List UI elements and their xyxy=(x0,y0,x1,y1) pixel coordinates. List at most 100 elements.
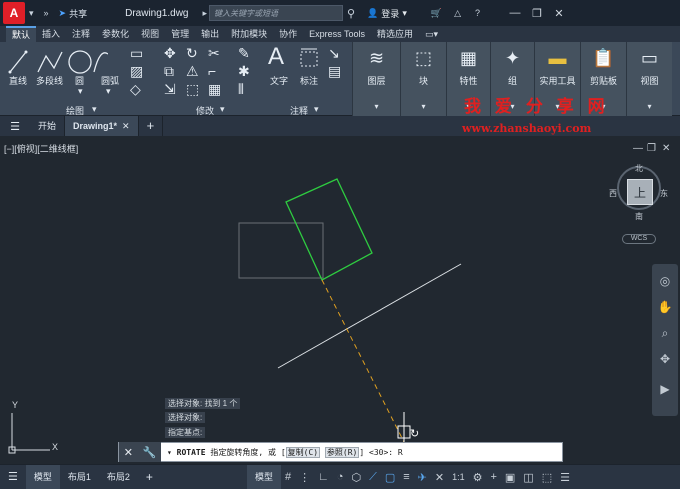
ortho-icon[interactable]: ∟ xyxy=(314,471,333,483)
trim-icon[interactable]: ✂ xyxy=(208,46,220,60)
minimize-button[interactable]: — xyxy=(504,7,526,19)
steering-wheel-icon[interactable]: ◎ xyxy=(652,274,678,288)
tab-model[interactable]: 模型 xyxy=(25,464,60,489)
help-icon[interactable]: ? xyxy=(475,8,480,18)
stretch-icon[interactable]: ⇲ xyxy=(164,82,176,96)
network-icon[interactable]: △ xyxy=(454,8,461,19)
annotation-scale[interactable]: 1:1 xyxy=(448,472,469,482)
tab-layout2[interactable]: 布局2 xyxy=(99,465,138,489)
isolate-objects-icon[interactable]: ◫ xyxy=(519,471,537,484)
table-icon[interactable]: ▤ xyxy=(328,64,341,78)
region-icon[interactable]: ◇ xyxy=(130,82,141,96)
close-icon[interactable]: ✕ xyxy=(122,116,130,136)
wcs-menu[interactable]: WCS xyxy=(622,234,656,244)
command-recent-icon[interactable]: ▾ xyxy=(167,448,177,457)
polyline-tool-label[interactable]: 多段线 xyxy=(36,74,63,87)
tab-featured-apps[interactable]: 精选应用 xyxy=(371,26,419,42)
showmotion-icon[interactable]: ▶ xyxy=(652,382,678,396)
lineweight-icon[interactable]: ≡ xyxy=(399,471,413,483)
layers-button[interactable]: ≋ 图层 ▾ xyxy=(352,42,400,116)
array-icon[interactable]: ▦ xyxy=(208,82,221,96)
login-button[interactable]: 👤 登录 ▾ xyxy=(367,7,407,20)
layout-menu-icon[interactable]: ☰ xyxy=(0,465,26,489)
settings-icon[interactable]: ⚙ xyxy=(469,471,487,484)
line-tool-label[interactable]: 直线 xyxy=(9,74,27,87)
share-button[interactable]: ➤ 共享 xyxy=(59,7,88,20)
polar-icon[interactable]: ◔ xyxy=(333,471,348,483)
chevron-down-icon[interactable]: ▾ xyxy=(220,104,225,115)
mirror-icon[interactable]: ⚠ xyxy=(186,64,199,78)
text-icon[interactable]: A xyxy=(268,45,284,69)
chevron-down-icon[interactable]: ▾ xyxy=(92,104,97,115)
tab-annotate[interactable]: 注释 xyxy=(66,26,96,42)
offset-icon[interactable]: ⫴ xyxy=(238,82,244,96)
tab-insert[interactable]: 插入 xyxy=(36,26,66,42)
tab-manage[interactable]: 管理 xyxy=(165,26,195,42)
grid-icon[interactable]: # xyxy=(281,471,295,483)
orbit-icon[interactable]: ✥ xyxy=(652,352,678,366)
chevron-down-icon[interactable]: ▾ xyxy=(314,104,319,115)
viewport-controls[interactable]: [−][俯视][二维线框] xyxy=(4,142,78,155)
app-logo[interactable]: A xyxy=(3,2,25,24)
search-input[interactable]: 键入关键字或短语 xyxy=(209,5,344,21)
option-copy[interactable]: 复制(C) xyxy=(285,446,321,458)
panel-toggle-icon[interactable]: ▭▾ xyxy=(419,26,444,42)
move-icon[interactable]: ✥ xyxy=(164,46,176,60)
restore-button[interactable]: ❐ xyxy=(526,7,548,20)
compass-east[interactable]: 东 xyxy=(660,188,668,199)
customize-icon[interactable]: 🔧 xyxy=(143,446,157,459)
object-snap-icon[interactable]: ▢ xyxy=(381,471,399,484)
customize-icon[interactable]: ☰ xyxy=(556,471,574,484)
dimension-icon[interactable] xyxy=(298,46,322,70)
leader-icon[interactable]: ↘ xyxy=(328,46,340,60)
block-button[interactable]: ⬚ 块 ▾ xyxy=(400,42,446,116)
minimize-viewport-icon[interactable]: — xyxy=(633,143,643,154)
copy-icon[interactable]: ⧉ xyxy=(164,64,174,78)
dimension-tool-label[interactable]: 标注 xyxy=(300,74,318,87)
hardware-acceleration-icon[interactable]: ▣ xyxy=(501,471,519,484)
pan-icon[interactable]: ✋ xyxy=(652,300,678,314)
annotation-visibility-icon[interactable]: ✈ xyxy=(414,471,431,484)
tab-parametric[interactable]: 参数化 xyxy=(96,26,135,42)
tab-start[interactable]: 开始 xyxy=(30,116,66,136)
fillet-icon[interactable]: ⌐ xyxy=(208,64,216,78)
tab-default[interactable]: 默认 xyxy=(6,26,37,42)
tab-addins[interactable]: 附加模块 xyxy=(225,26,273,42)
snap-icon[interactable]: ⋮ xyxy=(295,471,314,484)
viewcube[interactable]: 上 xyxy=(627,179,653,205)
rotate-icon[interactable]: ↻ xyxy=(186,46,198,60)
isodraft-icon[interactable]: ⬡ xyxy=(348,471,366,484)
scale-icon[interactable]: ⬚ xyxy=(186,82,199,96)
tab-drawing1[interactable]: Drawing1* ✕ xyxy=(65,116,139,136)
compass-west[interactable]: 西 xyxy=(609,188,617,199)
menu-icon[interactable]: ☰ xyxy=(0,120,30,133)
close-icon[interactable]: ✕ xyxy=(124,446,133,459)
close-button[interactable]: ✕ xyxy=(548,7,570,20)
command-input[interactable]: ▾ ROTATE 指定旋转角度, 或 [复制(C) 参照(R)] <30>: R xyxy=(161,446,403,458)
hatch-icon[interactable]: ▨ xyxy=(130,64,143,78)
object-snap-tracking-icon[interactable]: ⟋ xyxy=(365,471,381,484)
close-viewport-icon[interactable]: ✕ xyxy=(662,143,670,154)
tab-collaborate[interactable]: 协作 xyxy=(273,26,303,42)
view-button[interactable]: ▭ 视图 ▾ xyxy=(626,42,672,116)
tab-view[interactable]: 视图 xyxy=(135,26,165,42)
compass-south[interactable]: 南 xyxy=(635,211,643,222)
model-space-button[interactable]: 模型 xyxy=(246,464,281,489)
tab-output[interactable]: 输出 xyxy=(195,26,225,42)
chevron-down-icon[interactable]: ▾ xyxy=(29,8,34,19)
erase-icon[interactable]: ✎ xyxy=(238,46,250,60)
compass-north[interactable]: 北 xyxy=(635,163,643,174)
text-tool-label[interactable]: 文字 xyxy=(270,74,288,87)
cart-icon[interactable]: 🛒 xyxy=(431,8,442,19)
add-icon[interactable]: + xyxy=(486,471,500,483)
explode-icon[interactable]: ✱ xyxy=(238,64,250,78)
rectangle-icon[interactable]: ▭ xyxy=(130,46,143,60)
add-layout-button[interactable]: + xyxy=(138,465,161,489)
chevron-down-icon[interactable]: ▾ xyxy=(106,86,111,97)
auto-scale-icon[interactable]: ✕ xyxy=(431,471,448,484)
fullscreen-icon[interactable]: ⬚ xyxy=(538,471,556,484)
chevron-down-icon[interactable]: ▾ xyxy=(78,86,83,97)
search-icon[interactable]: ⚲ xyxy=(347,7,355,20)
tab-layout1[interactable]: 布局1 xyxy=(60,465,99,489)
restore-viewport-icon[interactable]: ❐ xyxy=(647,143,656,154)
